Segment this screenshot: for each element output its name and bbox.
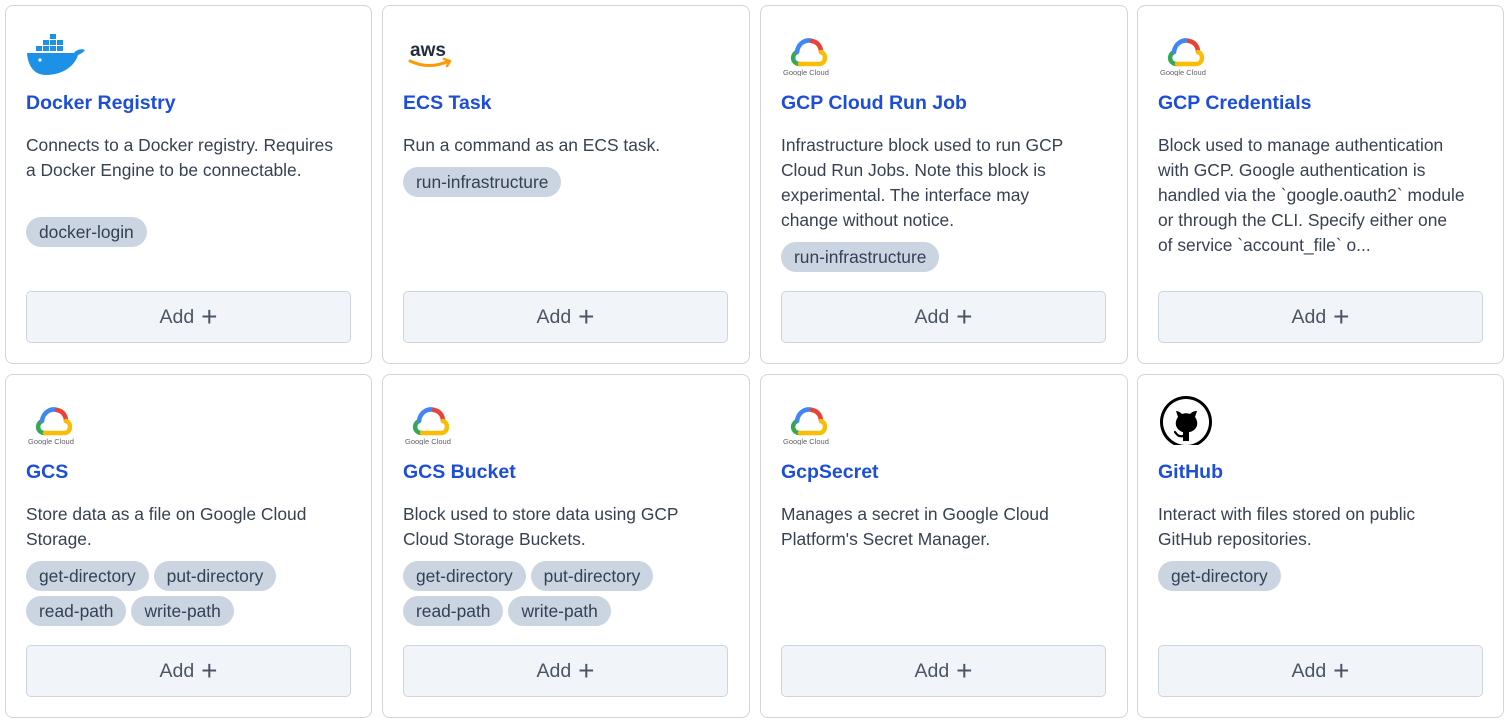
block-title[interactable]: GCP Cloud Run Job (781, 92, 967, 115)
capability-tag: get-directory (403, 561, 526, 591)
svg-text:Google Cloud: Google Cloud (783, 437, 829, 445)
block-description: Interact with files stored on public Git… (1158, 504, 1416, 549)
google-cloud-logo: Google Cloud (783, 38, 829, 76)
svg-text:aws: aws (410, 40, 446, 61)
block-description: Run a command as an ECS task. (403, 135, 661, 155)
add-button[interactable]: Add + (781, 645, 1106, 697)
capability-tags: run-infrastructure (781, 242, 1091, 272)
capability-tags: get-directory put-directory read-path wr… (26, 561, 336, 626)
capability-tag: get-directory (1158, 561, 1281, 591)
block-description: Manages a secret in Google Cloud Platfor… (781, 504, 1049, 549)
add-button[interactable]: Add + (1158, 645, 1483, 697)
capability-tag: read-path (403, 596, 504, 626)
block-card-github: GitHub Interact with files stored on pub… (1137, 374, 1504, 718)
aws-logo: aws (408, 40, 452, 68)
docker-logo (27, 34, 85, 75)
capability-tag: docker-login (26, 217, 147, 247)
block-title[interactable]: ECS Task (403, 92, 492, 115)
add-button-label: Add (914, 659, 950, 682)
block-card-ecs-task: aws ECS Task Run a command as an ECS tas… (382, 5, 750, 364)
plus-icon: + (956, 655, 973, 686)
block-description: Block used to manage authentication with… (1158, 135, 1465, 255)
add-button-label: Add (1291, 659, 1327, 682)
capability-tag: put-directory (153, 561, 277, 591)
block-card-gcpsecret: Google Cloud GcpSecret Manages a secret … (760, 374, 1128, 718)
add-button-label: Add (536, 305, 572, 328)
capability-tag: get-directory (26, 561, 149, 591)
add-button[interactable]: Add + (26, 291, 351, 343)
capability-tag: put-directory (530, 561, 654, 591)
add-button-label: Add (1291, 305, 1327, 328)
capability-tag: run-infrastructure (781, 242, 940, 272)
svg-text:Google Cloud: Google Cloud (1160, 68, 1206, 76)
add-button-label: Add (159, 659, 195, 682)
add-button-label: Add (536, 659, 572, 682)
block-card-gcs-bucket: Google Cloud GCS Bucket Block used to st… (382, 374, 750, 718)
add-button[interactable]: Add + (403, 291, 728, 343)
capability-tags: get-directory (1158, 561, 1468, 591)
block-card-gcs: Google Cloud GCS Store data as a file on… (5, 374, 372, 718)
add-button[interactable]: Add + (26, 645, 351, 697)
add-button[interactable]: Add + (781, 291, 1106, 343)
capability-tags: get-directory put-directory read-path wr… (403, 561, 713, 626)
google-cloud-logo: Google Cloud (28, 407, 74, 445)
block-title[interactable]: Docker Registry (26, 92, 176, 115)
block-description: Block used to store data using GCP Cloud… (403, 504, 679, 549)
block-title[interactable]: GCS Bucket (403, 461, 516, 484)
capability-tags: docker-login (26, 217, 336, 247)
block-title[interactable]: GcpSecret (781, 461, 879, 484)
plus-icon: + (201, 301, 218, 332)
github-logo (1160, 396, 1212, 445)
block-description: Connects to a Docker registry. Requires … (26, 135, 334, 180)
plus-icon: + (578, 301, 595, 332)
svg-text:Google Cloud: Google Cloud (28, 437, 74, 445)
svg-text:Google Cloud: Google Cloud (405, 437, 451, 445)
plus-icon: + (201, 655, 218, 686)
add-button[interactable]: Add + (403, 645, 728, 697)
plus-icon: + (1333, 655, 1350, 686)
svg-text:Google Cloud: Google Cloud (783, 68, 829, 76)
plus-icon: + (578, 655, 595, 686)
google-cloud-logo: Google Cloud (783, 407, 829, 445)
block-card-gcp-cloud-run-job: Google Cloud GCP Cloud Run Job Infrastru… (760, 5, 1128, 364)
plus-icon: + (956, 301, 973, 332)
capability-tag: write-path (508, 596, 611, 626)
capability-tag: run-infrastructure (403, 167, 562, 197)
block-card-gcp-credentials: Google Cloud GCP Credentials Block used … (1137, 5, 1504, 364)
add-button-label: Add (914, 305, 950, 328)
google-cloud-logo: Google Cloud (405, 407, 451, 445)
capability-tags: run-infrastructure (403, 167, 713, 197)
capability-tag: write-path (131, 596, 234, 626)
block-title[interactable]: GitHub (1158, 461, 1223, 484)
block-title[interactable]: GCP Credentials (1158, 92, 1312, 115)
block-card-docker-registry: Docker Registry Connects to a Docker reg… (5, 5, 372, 364)
block-description: Store data as a file on Google Cloud Sto… (26, 504, 307, 549)
add-button-label: Add (159, 305, 195, 328)
add-button[interactable]: Add + (1158, 291, 1483, 343)
block-description: Infrastructure block used to run GCP Clo… (781, 135, 1063, 230)
google-cloud-logo: Google Cloud (1160, 38, 1206, 76)
capability-tag: read-path (26, 596, 127, 626)
block-title[interactable]: GCS (26, 461, 68, 484)
plus-icon: + (1333, 301, 1350, 332)
